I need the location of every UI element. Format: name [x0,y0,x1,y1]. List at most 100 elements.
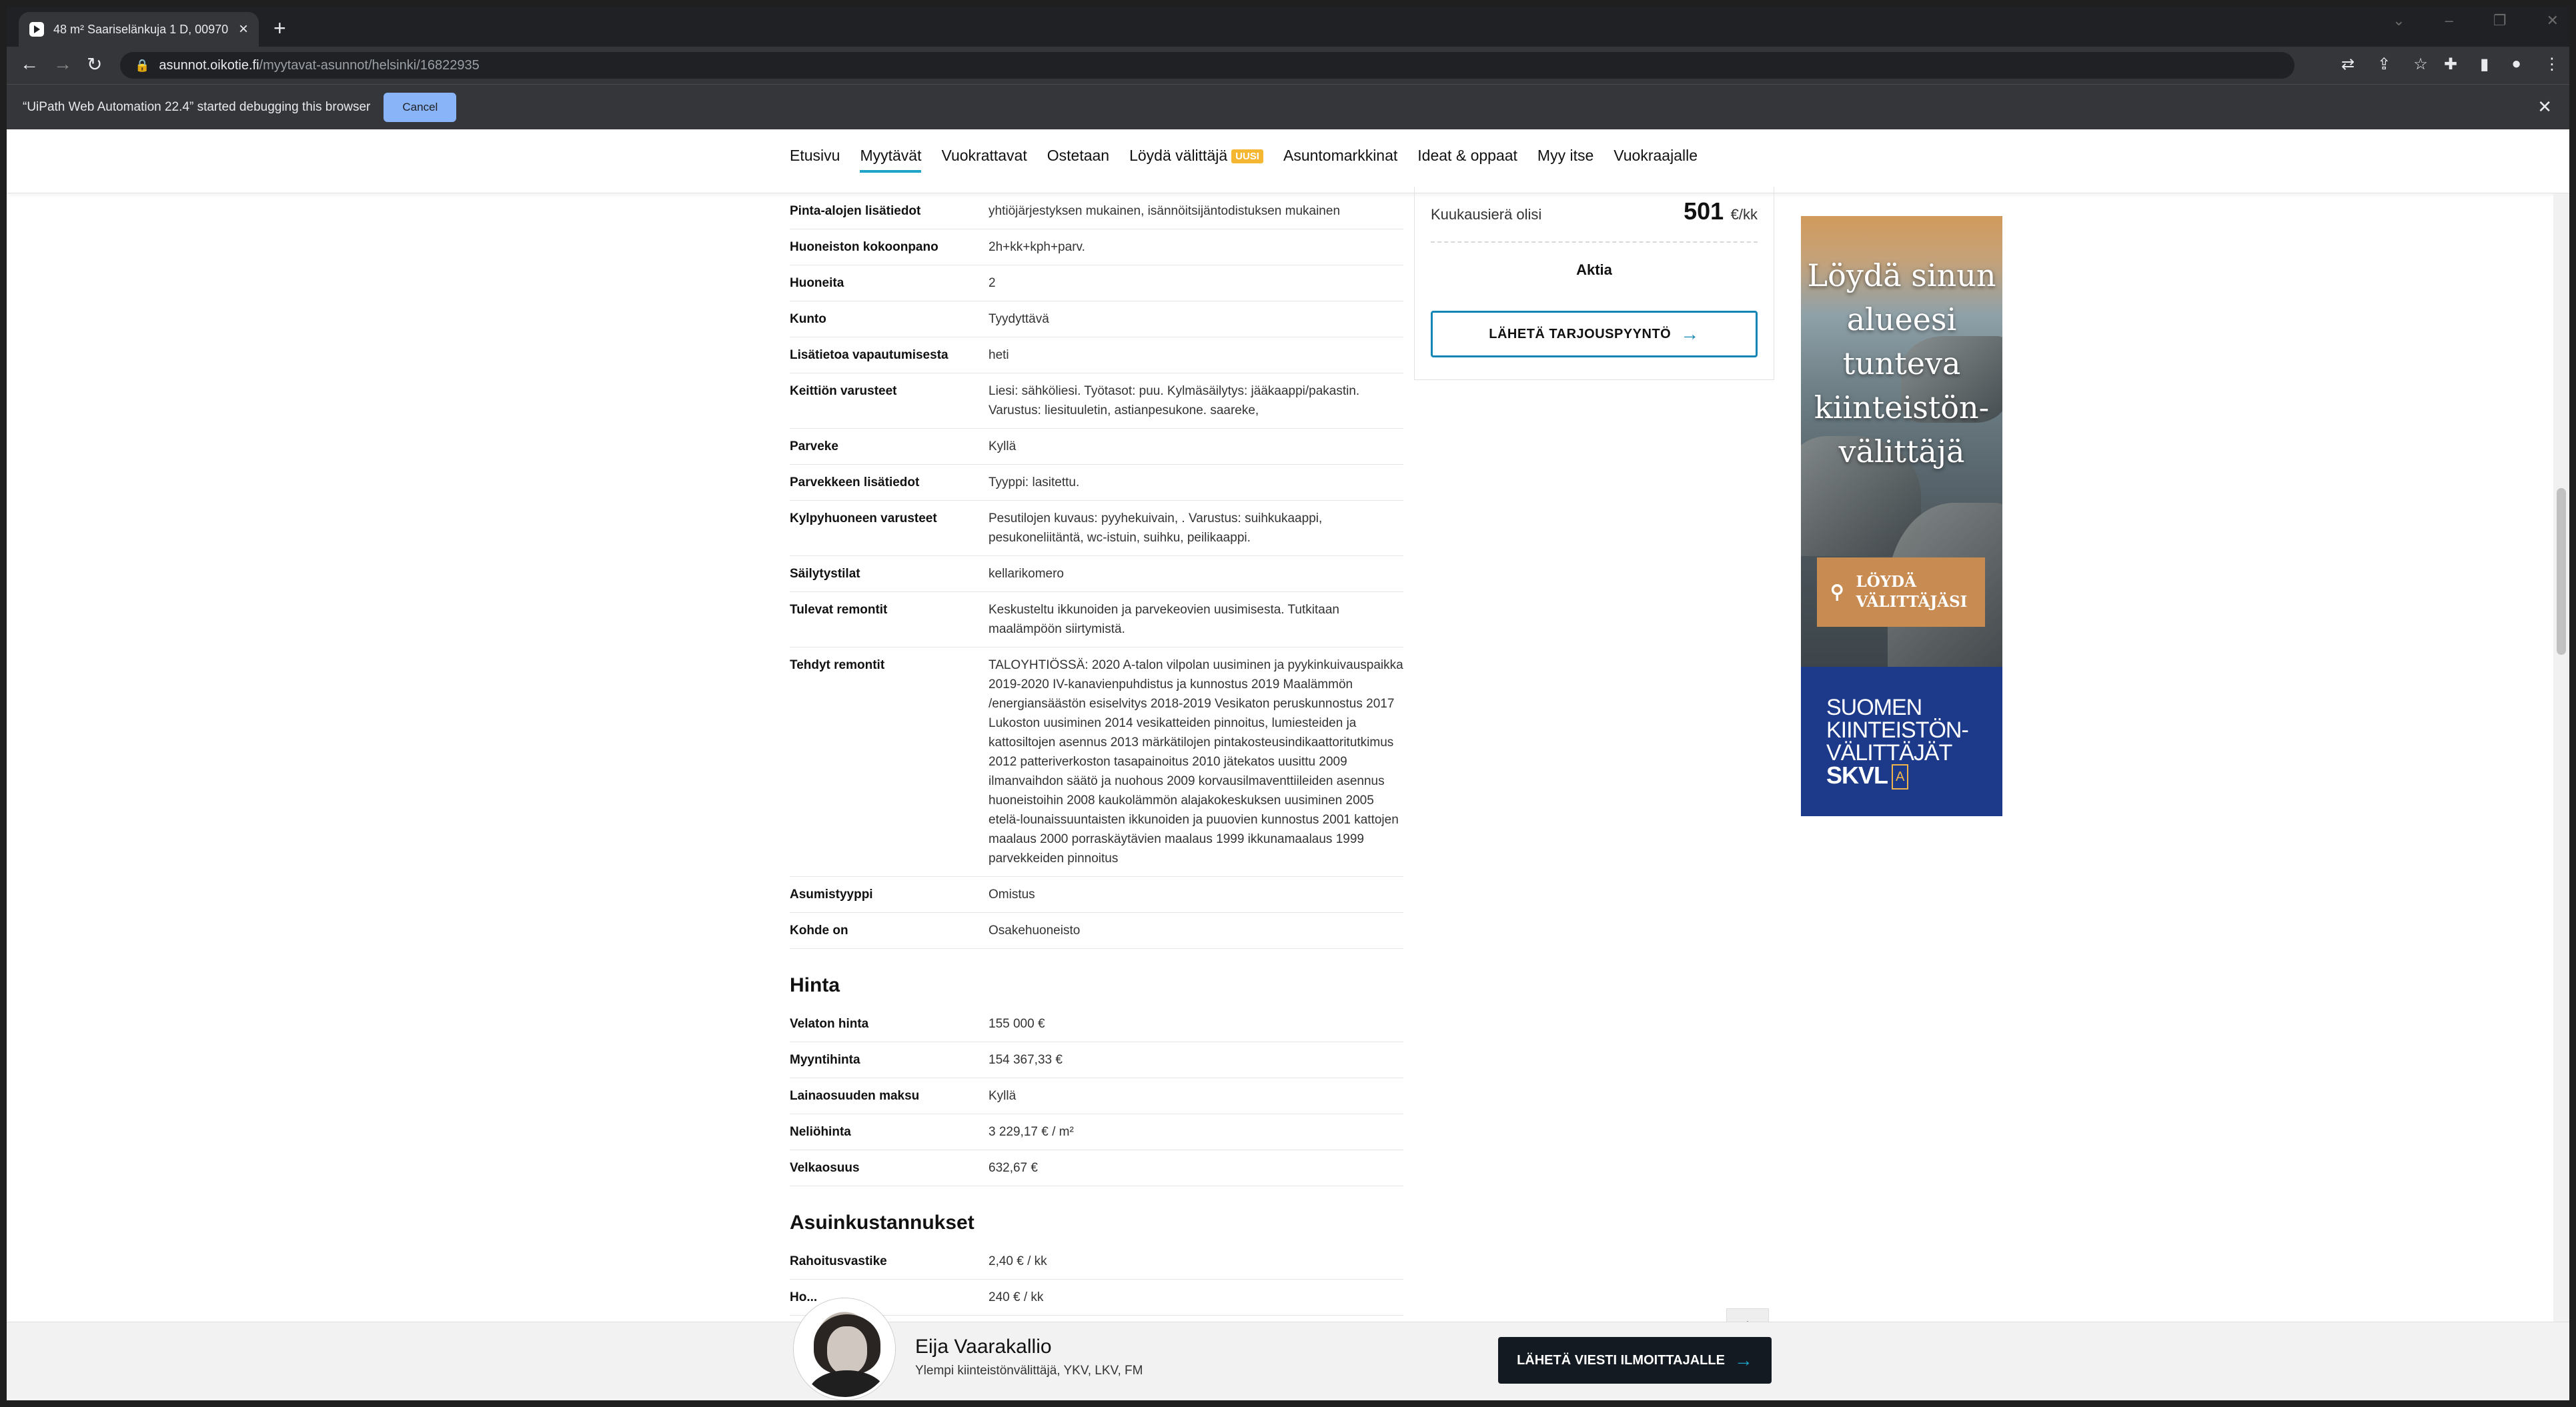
detail-label: Lisätietoa vapautumisesta [790,348,948,362]
detail-row: Neliöhinta 3 229,17 € / m² [790,1114,1403,1150]
close-window-icon[interactable]: ✕ [2547,12,2559,29]
detail-label: Kohde on [790,924,848,938]
loan-calculator-box: Kuukausierä olisi 501 €/kk Aktia LÄHETÄ … [1414,187,1774,380]
browser-window: 48 m² Saariselänkuja 1 D, 00970 ... × + … [7,7,2569,1400]
extensions-icon[interactable]: ✚ [2444,55,2457,74]
detail-row: Rahoitusvastike 2,40 € / kk [790,1244,1403,1280]
translate-icon[interactable]: ⇄ [2341,55,2355,74]
detail-label: Neliöhinta [790,1125,851,1139]
new-badge: UUSI [1231,149,1263,163]
detail-row: Kohde on Osakehuoneisto [790,913,1403,949]
nav-item-5[interactable]: Löydä välittäjä UUSI [1129,147,1263,177]
detail-row: Pinta-alojen lisätiedot yhtiöjärjestyksen… [790,193,1403,229]
avatar-body [808,1370,886,1397]
detail-value: Liesi: sähköliesi. Työtasot: puu. Kylmäs… [989,384,1360,417]
browser-tab[interactable]: 48 m² Saariselänkuja 1 D, 00970 ... × [19,12,259,47]
send-message-button[interactable]: LÄHETÄ VIESTI ILMOITTAJALLE → [1498,1337,1772,1384]
url-host: asunnot.oikotie.fi [159,57,259,73]
nav-item-9[interactable]: Vuokraajalle [1614,147,1698,177]
detail-value: kellarikomero [989,567,1064,581]
share-icon[interactable]: ⇪ [2377,55,2391,74]
detail-label: Keittiön varusteet [790,384,897,398]
monthly-amount: 501 [1684,197,1724,225]
side-panel-icon[interactable]: ▮ [2480,55,2489,74]
tab-strip: 48 m² Saariselänkuja 1 D, 00970 ... × + … [7,7,2569,47]
screen: 48 m² Saariselänkuja 1 D, 00970 ... × + … [0,0,2576,1407]
arrow-right-icon: → [1734,1350,1753,1370]
forward-icon[interactable]: → [53,53,72,75]
detail-value: Kyllä [989,1089,1017,1103]
agent-avatar [794,1298,895,1400]
nav-item-label: Myytävät [860,147,922,164]
bank-name: Aktia [1576,261,1612,278]
detail-row: Kunto Tyydyttävä [790,301,1403,337]
nav-item-8[interactable]: Myy itse [1537,147,1593,177]
detail-row: Säilytystilat kellarikomero [790,556,1403,592]
nav-item-4[interactable]: Ostetaan [1047,147,1109,177]
price-section-title: Hinta [790,974,840,996]
message-button-label: LÄHETÄ VIESTI ILMOITTAJALLE [1517,1352,1725,1368]
nav-item-label: Löydä välittäjä [1129,147,1228,164]
detail-label: Parveke [790,439,838,453]
nav-item-7[interactable]: Ideat & oppaat [1417,147,1517,177]
debugging-infobar: “UiPath Web Automation 22.4” started deb… [7,84,2569,129]
advertisement-banner[interactable]: Löydä sinun alueesi tunteva kiinteistön-… [1801,216,2002,816]
tab-search-icon[interactable]: ⌄ [2393,12,2405,29]
nav-item-label: Ideat & oppaat [1417,147,1517,164]
restore-icon[interactable]: ❐ [2493,12,2507,29]
ad-photo: Löydä sinun alueesi tunteva kiinteistön-… [1801,216,2002,676]
monthly-payment: Kuukausierä olisi 501 €/kk [1431,197,1758,225]
detail-value: heti [989,348,1009,362]
scrollbar-thumb[interactable] [2557,488,2566,655]
menu-icon[interactable]: ⋮ [2544,55,2560,74]
detail-label: Asumistyyppi [790,888,873,902]
debug-message: “UiPath Web Automation 22.4” started deb… [23,99,371,114]
detail-row: Parveke Kyllä [790,429,1403,465]
detail-value: Osakehuoneisto [989,924,1081,938]
detail-value: 632,67 € [989,1161,1038,1175]
minimize-icon[interactable]: – [2445,12,2453,29]
browser-toolbar: ← → ↻ 🔒 asunnot.oikotie.fi /myytavat-asu… [7,47,2569,84]
back-icon[interactable]: ← [20,53,39,75]
skvl-logo: SUOMEN KIINTEISTÖN- VÄLITTÄJÄT SKVL A [1801,667,2002,816]
close-infobar-icon[interactable]: ✕ [2537,97,2552,117]
detail-row: Myyntihinta 154 367,33 € [790,1042,1403,1078]
find-agent-ad-button[interactable]: ⚲ LÖYDÄ VÄLITTÄJÄSI [1817,557,1985,627]
close-tab-icon[interactable]: × [239,20,248,39]
detail-label: Huoneita [790,276,844,290]
bookmark-star-icon[interactable]: ☆ [2413,55,2428,74]
profile-icon[interactable]: ● [2511,55,2521,74]
logo-line: SUOMEN [1826,695,1922,720]
detail-row: Lainaosuuden maksu Kyllä [790,1078,1403,1114]
nav-item-2[interactable]: Myytävät [860,147,922,177]
ad-button-label: LÖYDÄ VÄLITTÄJÄSI [1856,573,1968,611]
cancel-debug-button[interactable]: Cancel [384,92,457,122]
nav-item-3[interactable]: Vuokrattavat [941,147,1027,177]
detail-label: Velkaosuus [790,1161,860,1175]
new-tab-icon[interactable]: + [273,16,286,41]
window-controls: ⌄ – ❐ ✕ [2393,12,2559,29]
reload-icon[interactable]: ↻ [87,53,102,75]
detail-value: Tyydyttävä [989,312,1049,326]
nav-item-6[interactable]: Asuntomarkkinat [1283,147,1397,177]
listing-details: Pinta-alojen lisätiedot yhtiöjärjestyksen… [790,193,1403,1316]
logo-abbr: SKVL [1826,762,1888,789]
detail-label: Huoneiston kokoonpano [790,240,938,254]
nav-item-label: Vuokrattavat [941,147,1027,164]
nav-list: Etusivu Myytävät Vuokrattavat Ostetaan Löydä… [790,147,1698,177]
details-table: Pinta-alojen lisätiedot yhtiöjärjestyksen… [790,193,1403,949]
page-scrollbar[interactable] [2553,193,2569,1327]
url-path: /myytavat-asunnot/helsinki/16822935 [259,57,480,73]
monthly-unit: €/kk [1730,206,1758,223]
ad-headline: Löydä sinun alueesi tunteva kiinteistön-… [1807,257,1996,469]
nav-item-label: Etusivu [790,147,840,164]
detail-label: Tehdyt remontit [790,658,885,672]
detail-value: Tyyppi: lasitettu. [989,475,1080,489]
lock-icon: 🔒 [135,58,150,72]
address-bar[interactable]: 🔒 asunnot.oikotie.fi /myytavat-asunnot/h… [120,52,2295,79]
send-offer-request-button[interactable]: LÄHETÄ TARJOUSPYYNTÖ → [1431,311,1758,357]
agent-title: Ylempi kiinteistönvälittäjä, YKV, LKV, F… [915,1364,1143,1378]
tab-title: 48 m² Saariselänkuja 1 D, 00970 ... [53,22,232,36]
detail-row: Huoneiston kokoonpano 2h+kk+kph+parv. [790,229,1403,265]
nav-item-1[interactable]: Etusivu [790,147,840,177]
